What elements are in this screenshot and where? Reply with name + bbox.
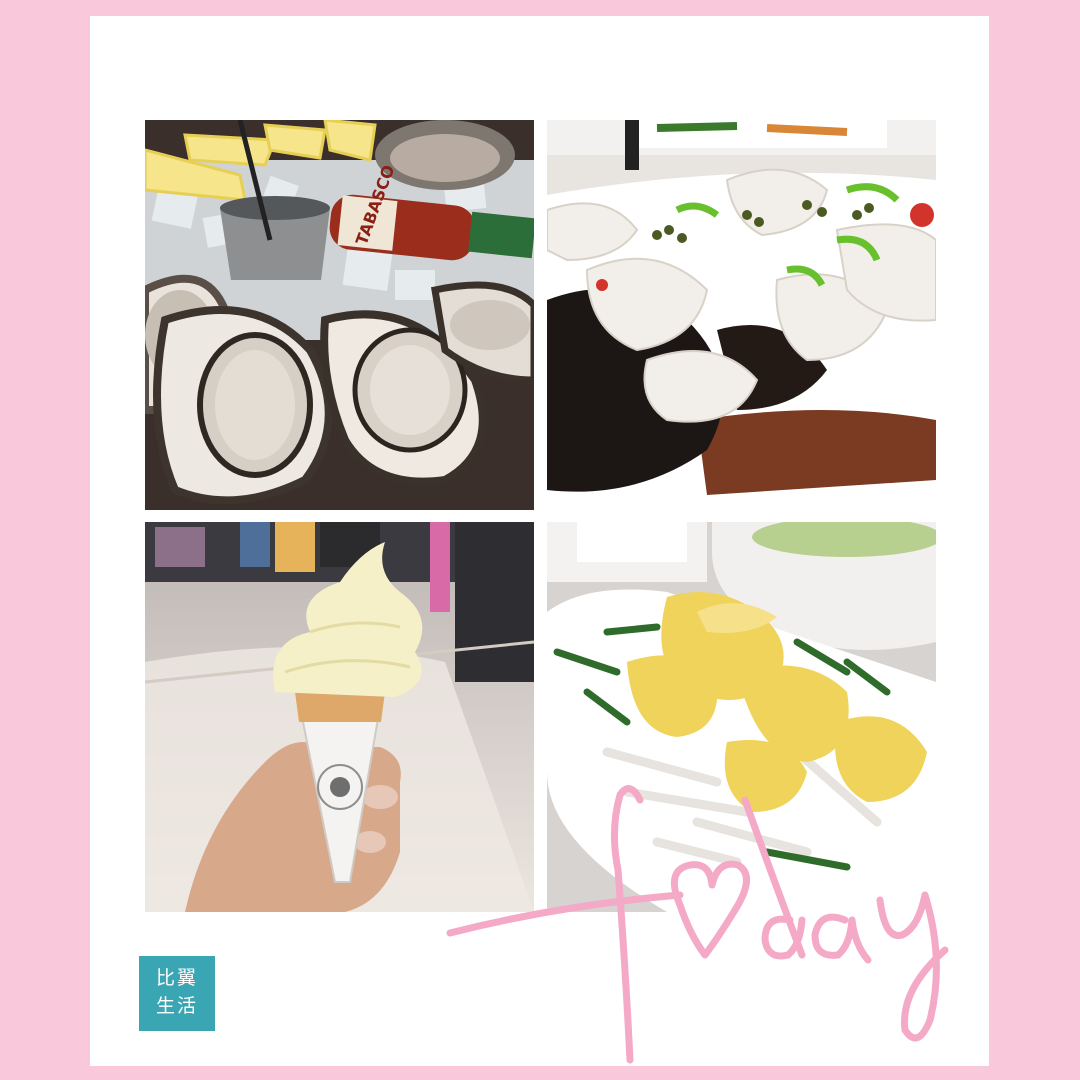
photo-oysters: TABASCO <box>145 120 534 510</box>
collage: TABASCO 比翼 生活 <box>0 0 1080 1080</box>
oysters-image: TABASCO <box>145 120 534 510</box>
photo-ice-cream <box>145 522 534 912</box>
brand-logo: 比翼 生活 <box>139 956 215 1031</box>
photo-egg-crab <box>547 522 936 912</box>
photo-steamed-fish <box>547 120 936 495</box>
egg-crab-image <box>547 522 936 912</box>
ice-cream-image <box>145 522 534 912</box>
handwritten-today-text: Today <box>0 0 1 1</box>
logo-line-1: 比翼 <box>155 967 198 989</box>
steamed-fish-image <box>547 120 936 495</box>
logo-line-2: 生活 <box>155 995 198 1017</box>
